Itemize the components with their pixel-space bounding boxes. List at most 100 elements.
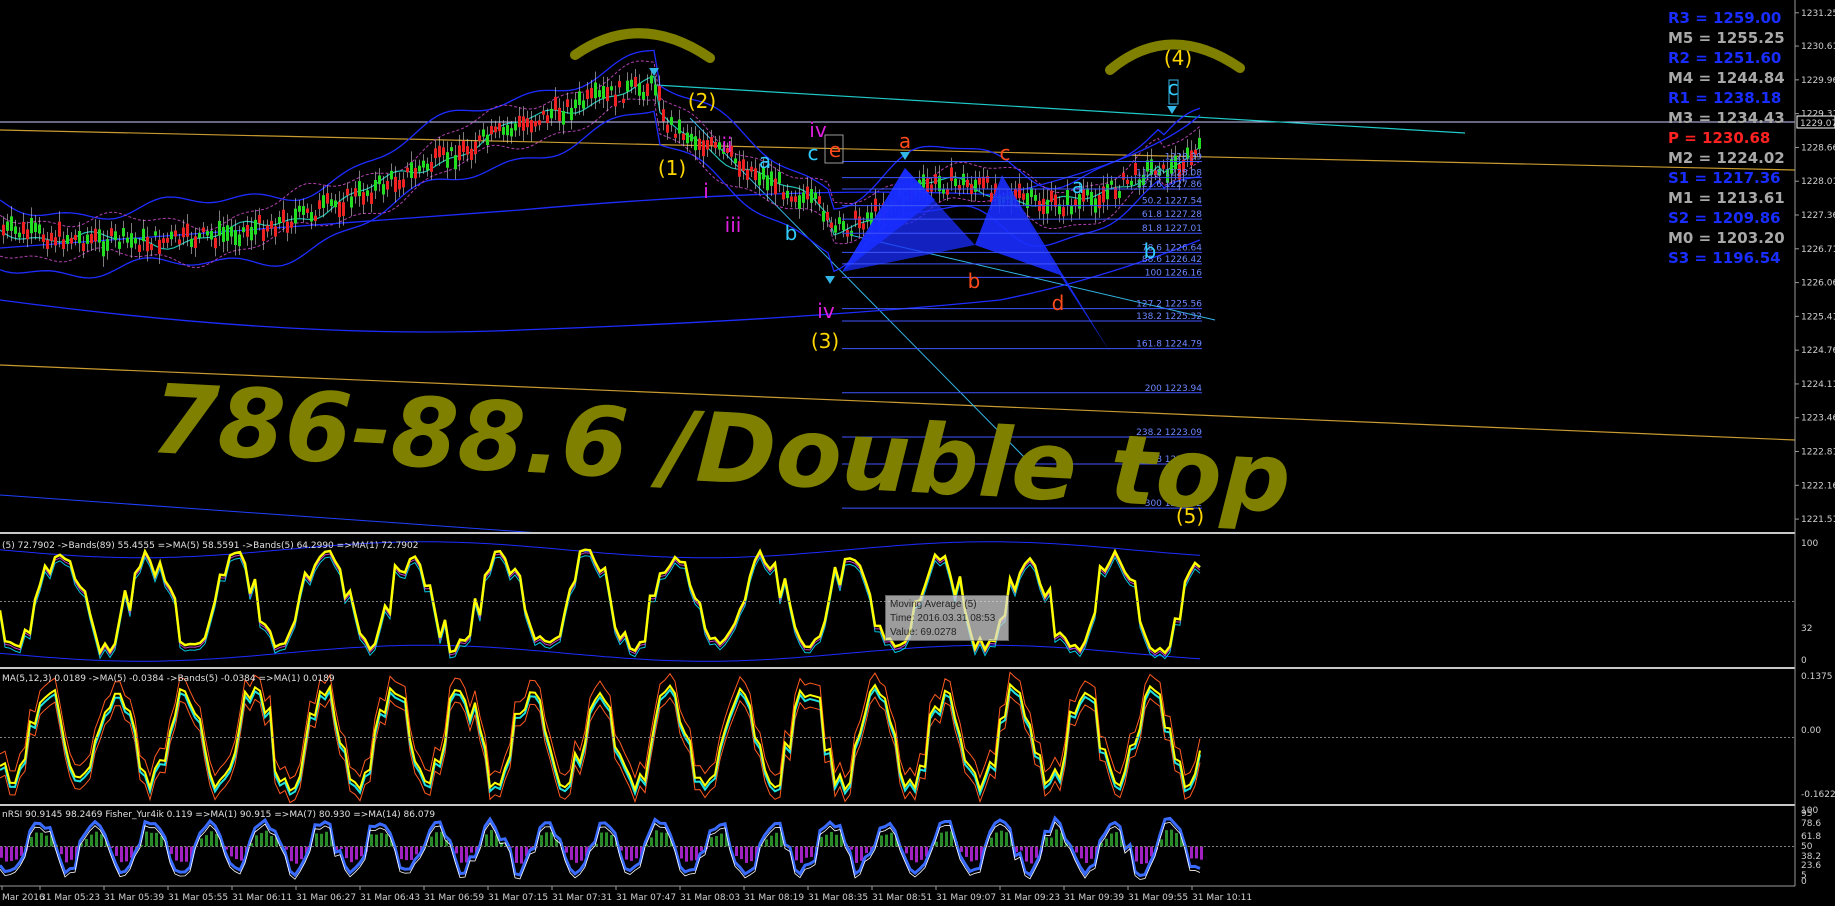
time-tick-label: 31 Mar 06:11 (232, 893, 292, 903)
candle-body (222, 227, 225, 242)
histogram-bar (520, 846, 523, 864)
chart-canvas[interactable]: (5) 72.7902 ->Bands(89) 55.4555 =>MA(5) … (0, 0, 1835, 906)
histogram-bar (300, 846, 303, 860)
candle-body (354, 188, 357, 197)
histogram-bar (570, 846, 573, 860)
oscillator-tick-label: 61.8 (1801, 832, 1821, 842)
price-tick-label: 1224.76 (1801, 346, 1835, 356)
pivot-level-label: R2 = 1251.60 (1668, 49, 1781, 67)
histogram-bar (1035, 846, 1038, 858)
histogram-bar (665, 832, 668, 847)
wave-label: a (1072, 174, 1084, 198)
price-tick-label: 1230.61 (1801, 42, 1835, 52)
price-tick-label: 1223.46 (1801, 414, 1835, 424)
candle-body (362, 192, 365, 205)
oscillator-2-pane[interactable] (0, 671, 1795, 804)
candle-body (810, 189, 813, 203)
oscillator-3-pane[interactable] (0, 815, 1795, 880)
candle-body (1054, 194, 1057, 207)
candle-body (202, 227, 205, 233)
candle-body (526, 118, 529, 128)
wave-label: c (808, 141, 819, 165)
oscillator-tick-label: 0.00 (1801, 726, 1821, 736)
handwritten-arc (570, 28, 715, 63)
histogram-bar (1190, 846, 1193, 859)
candle-body (814, 192, 817, 199)
candle-body (666, 124, 669, 133)
candle-body (230, 226, 233, 237)
time-tick-label: 31 Mar 05:23 (40, 893, 100, 903)
candle-body (766, 175, 769, 191)
candle-body (698, 138, 701, 150)
fib-level-label: 81.8 1227.01 (1142, 224, 1202, 234)
histogram-bar (915, 846, 918, 863)
histogram-bar (720, 833, 723, 847)
candle-body (330, 199, 333, 207)
candle-body (1130, 180, 1133, 186)
histogram-bar (255, 835, 258, 847)
candle-body (866, 212, 869, 222)
histogram-bar (355, 846, 358, 860)
candle-body (22, 221, 25, 235)
histogram-bar (1165, 830, 1168, 847)
oscillator-tick-label: 0 (1801, 877, 1807, 887)
histogram-bar (625, 846, 628, 860)
time-tick-label: 31 Mar 07:31 (552, 893, 612, 903)
candle-body (298, 205, 301, 212)
candle-body (498, 123, 501, 132)
candle-body (586, 89, 589, 99)
candle-body (402, 179, 405, 188)
histogram-bar (1050, 837, 1053, 847)
histogram-bar (775, 832, 778, 847)
histogram-bar (170, 846, 173, 854)
candle-body (574, 99, 577, 109)
candle-body (854, 210, 857, 220)
wave-label: iii (725, 213, 742, 237)
candle-body (146, 236, 149, 252)
candle-body (198, 232, 201, 238)
histogram-bar (935, 841, 938, 847)
histogram-bar (155, 832, 158, 847)
candle-body (1050, 190, 1053, 202)
oscillator-tick-label: -0.1622 (1801, 790, 1835, 800)
price-tick-label: 1221.51 (1801, 515, 1835, 525)
candle-body (10, 216, 13, 231)
oscillator-tick-label: 100 (1801, 539, 1818, 549)
candle-body (614, 94, 617, 107)
wave-label: a (759, 149, 771, 173)
candle-body (598, 90, 601, 98)
candle-body (1098, 194, 1101, 209)
histogram-bar (545, 832, 548, 847)
candle-body (414, 167, 417, 179)
histogram-bar (1200, 846, 1203, 860)
histogram-bar (1030, 846, 1033, 864)
candle-body (114, 231, 117, 241)
histogram-bar (1085, 846, 1088, 863)
candle-body (786, 190, 789, 199)
candle-body (34, 222, 37, 233)
candle-body (522, 116, 525, 131)
candle-body (290, 221, 293, 228)
candle-body (1066, 189, 1069, 206)
handwritten-annotation: 786-88.6 /Double top (149, 28, 1293, 535)
candle-body (450, 147, 453, 152)
candle-body (190, 238, 193, 248)
candle-body (534, 121, 537, 127)
histogram-bar (1000, 830, 1003, 847)
candle-body (254, 219, 257, 235)
pivot-level-label: M0 = 1203.20 (1668, 229, 1785, 247)
time-tick-label: 31 Mar 09:23 (1000, 893, 1060, 903)
candle-body (302, 206, 305, 215)
fib-level-label: 121.6 1227.86 (1136, 180, 1202, 190)
candle-body (178, 239, 181, 245)
candle-body (538, 120, 541, 126)
candle-body (702, 140, 705, 157)
candle-body (782, 192, 785, 200)
histogram-bar (860, 846, 863, 861)
histogram-bar (375, 834, 378, 847)
candle-body (590, 87, 593, 99)
candle-body (186, 223, 189, 237)
candle-body (834, 225, 837, 233)
candle-body (386, 180, 389, 190)
oscillator-tick-label: 0 (1801, 656, 1807, 666)
